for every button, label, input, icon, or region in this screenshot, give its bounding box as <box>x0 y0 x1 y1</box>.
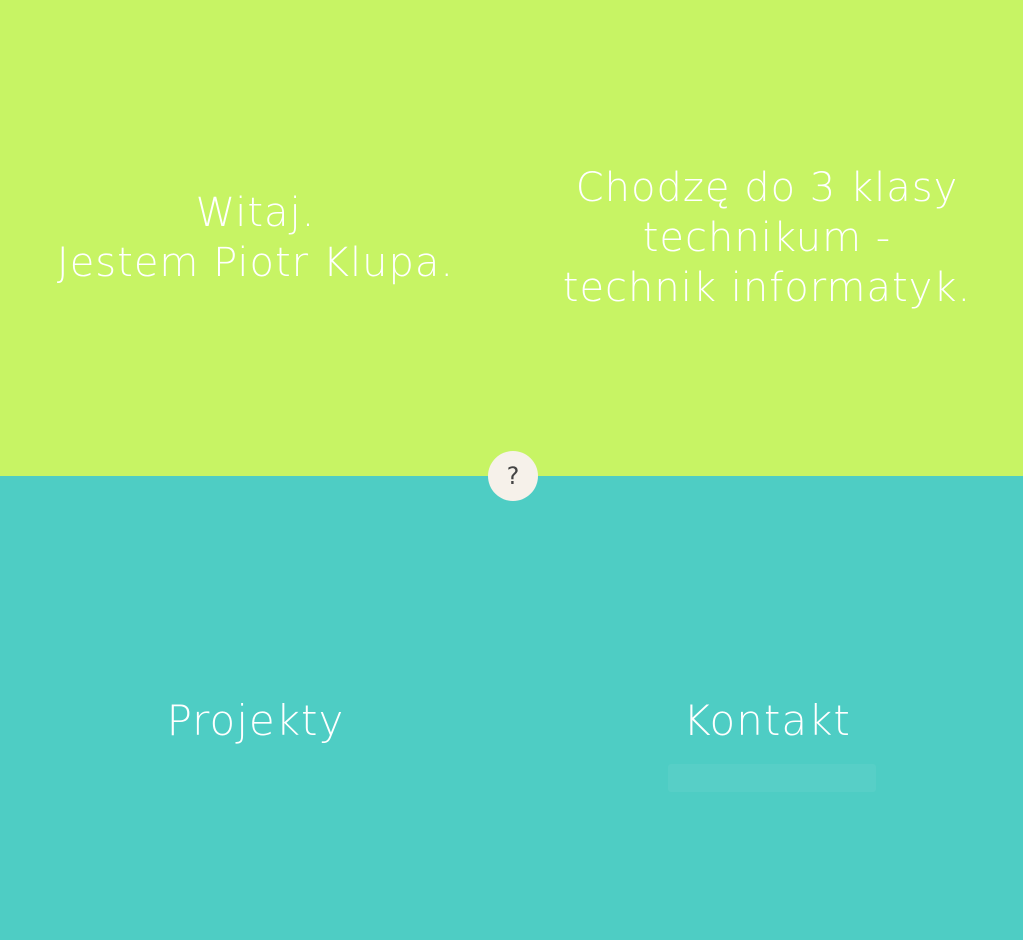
school-line-1: Chodzę do 3 klasy <box>575 165 959 211</box>
school-line-2: technikum - <box>642 215 892 261</box>
greeting-line-2: Jestem Piotr Klupa. <box>56 240 455 286</box>
school-line-3: technik informatyk. <box>562 265 972 311</box>
projects-link[interactable]: Projekty <box>167 696 345 745</box>
contact-panel[interactable]: Kontakt <box>511 476 1023 940</box>
help-button[interactable]: ? <box>488 451 538 501</box>
page: Witaj. Jestem Piotr Klupa. Chodzę do 3 k… <box>0 0 1023 940</box>
contact-link[interactable]: Kontakt <box>683 696 851 745</box>
question-mark-icon: ? <box>506 462 520 490</box>
school-panel: Chodzę do 3 klasy technikum - technik in… <box>511 0 1023 476</box>
greeting-line-1: Witaj. <box>195 190 316 236</box>
greeting-panel: Witaj. Jestem Piotr Klupa. <box>0 0 511 476</box>
projects-panel[interactable]: Projekty <box>0 476 511 940</box>
